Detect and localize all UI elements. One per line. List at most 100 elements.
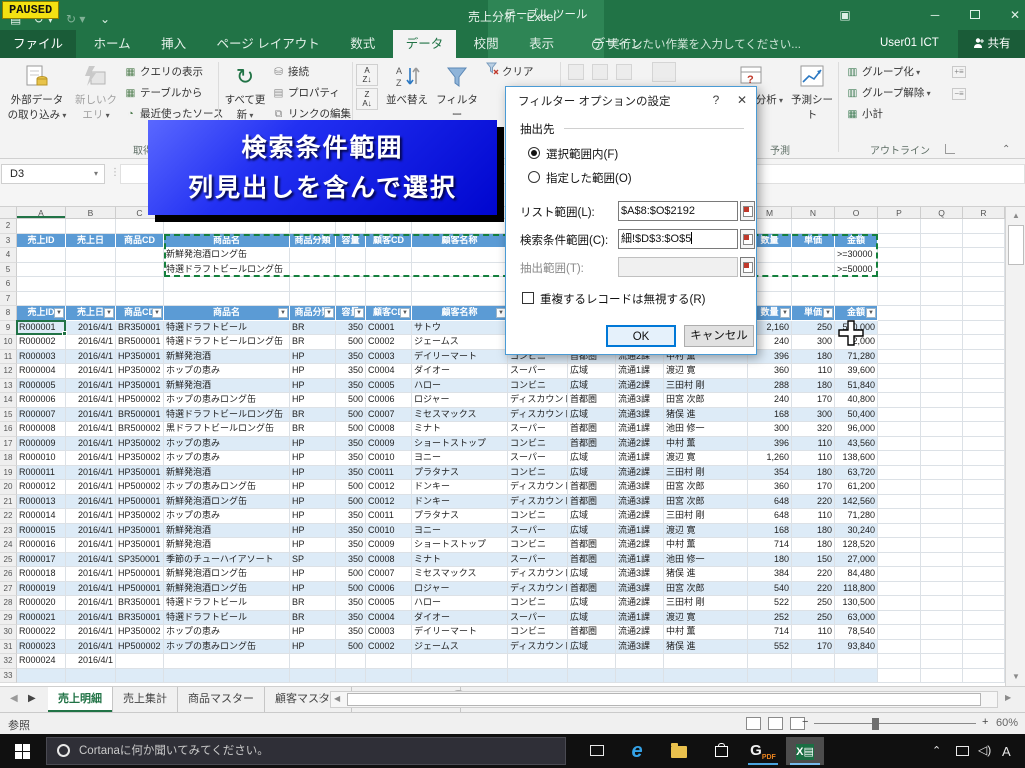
cell-K17[interactable]: 流通2課	[616, 437, 664, 452]
cell-F9[interactable]: 350	[336, 321, 366, 336]
cell-M22[interactable]: 648	[748, 509, 792, 524]
redo-icon[interactable]: ↻ ▾	[66, 12, 85, 26]
cell-I26[interactable]: ディスカウント	[508, 567, 568, 582]
cell-J23[interactable]: 広域	[568, 524, 616, 539]
sheet-tab-3[interactable]: 商品マスター	[178, 687, 265, 712]
row-header-23[interactable]: 23	[0, 524, 17, 539]
cell-C17[interactable]: HP350002	[116, 437, 164, 452]
row-header-6[interactable]: 6	[0, 277, 17, 292]
filter-dropdown-icon[interactable]: ▼	[324, 308, 334, 318]
cell-H12[interactable]: ダイオー	[412, 364, 508, 379]
cell-G27[interactable]: C0006	[366, 582, 412, 597]
clear-filter-button[interactable]: クリア	[486, 62, 534, 83]
cell-H15[interactable]: ミセスマックス	[412, 408, 508, 423]
cell-F17[interactable]: 350	[336, 437, 366, 452]
cell-C16[interactable]: BR500002	[116, 422, 164, 437]
cell-D19[interactable]: 新鮮発泡酒	[164, 466, 290, 481]
cell-Q4[interactable]	[921, 248, 963, 263]
data-validation-icon[interactable]	[652, 62, 676, 82]
filter-dropdown-icon[interactable]: ▼	[823, 308, 833, 318]
cell-C9[interactable]: BR350001	[116, 321, 164, 336]
cell-R6[interactable]	[963, 277, 1005, 292]
cell-D27[interactable]: 新鮮発泡酒ロング缶	[164, 582, 290, 597]
tab-data[interactable]: データ	[393, 30, 457, 58]
cell-R31[interactable]	[963, 640, 1005, 655]
cell-L15[interactable]: 猪俣 進	[664, 408, 748, 423]
cell-O21[interactable]: 142,560	[835, 495, 878, 510]
cell-C31[interactable]: HP500002	[116, 640, 164, 655]
cell-A12[interactable]: R000004	[17, 364, 66, 379]
cell-E18[interactable]: HP	[290, 451, 336, 466]
cell-N27[interactable]: 220	[792, 582, 835, 597]
cell-L26[interactable]: 猪俣 進	[664, 567, 748, 582]
row-header-11[interactable]: 11	[0, 350, 17, 365]
cell-D26[interactable]: 新鮮発泡酒ロング缶	[164, 567, 290, 582]
cell-L22[interactable]: 三田村 剛	[664, 509, 748, 524]
column-header-B[interactable]: B	[66, 207, 116, 219]
dialog-close-icon[interactable]: ✕	[732, 91, 752, 109]
cell-E29[interactable]: BR	[290, 611, 336, 626]
cell-K27[interactable]: 流通3課	[616, 582, 664, 597]
cell-P30[interactable]	[878, 625, 921, 640]
cell-B2[interactable]	[66, 219, 116, 234]
cell-O32[interactable]	[835, 654, 878, 669]
cell-O25[interactable]: 27,000	[835, 553, 878, 568]
zoom-slider-thumb[interactable]	[872, 718, 879, 730]
cell-N25[interactable]: 150	[792, 553, 835, 568]
cell-B11[interactable]: 2016/4/1	[66, 350, 116, 365]
cell-A20[interactable]: R000012	[17, 480, 66, 495]
cell-L30[interactable]: 中村 薫	[664, 625, 748, 640]
hscroll-right-icon[interactable]: ▶	[1005, 693, 1011, 702]
cell-E21[interactable]: HP	[290, 495, 336, 510]
cell-B15[interactable]: 2016/4/1	[66, 408, 116, 423]
cell-L23[interactable]: 渡辺 寛	[664, 524, 748, 539]
cell-C2[interactable]	[116, 219, 164, 234]
group-button[interactable]: ▥グループ化 ▾	[846, 62, 931, 83]
cell-K29[interactable]: 流通1課	[616, 611, 664, 626]
cell-F29[interactable]: 350	[336, 611, 366, 626]
new-query-button[interactable]: 新しいクエリ ▾	[72, 60, 120, 154]
outline-dialog-launcher-icon[interactable]	[945, 144, 955, 154]
cell-D24[interactable]: 新鮮発泡酒	[164, 538, 290, 553]
ribbon-display-options-icon[interactable]: ▣	[830, 6, 860, 24]
cell-N13[interactable]: 180	[792, 379, 835, 394]
cell-D16[interactable]: 黒ドラフトビールロング缶	[164, 422, 290, 437]
cell-I33[interactable]	[508, 669, 568, 684]
column-header-P[interactable]: P	[878, 207, 921, 219]
cell-G20[interactable]: C0012	[366, 480, 412, 495]
cell-C24[interactable]: HP350001	[116, 538, 164, 553]
cell-E9[interactable]: BR	[290, 321, 336, 336]
cell-R22[interactable]	[963, 509, 1005, 524]
cell-R14[interactable]	[963, 393, 1005, 408]
row-header-31[interactable]: 31	[0, 640, 17, 655]
cell-H16[interactable]: ミナト	[412, 422, 508, 437]
cell-I12[interactable]: スーパー	[508, 364, 568, 379]
cell-Q24[interactable]	[921, 538, 963, 553]
filter-dropdown-icon[interactable]: ▼	[354, 308, 364, 318]
cell-N32[interactable]	[792, 654, 835, 669]
cell-A23[interactable]: R000015	[17, 524, 66, 539]
tab-scroll-divider[interactable]: ⋮	[315, 693, 325, 704]
cell-I21[interactable]: ディスカウント	[508, 495, 568, 510]
cell-Q16[interactable]	[921, 422, 963, 437]
cell-R24[interactable]	[963, 538, 1005, 553]
cell-R30[interactable]	[963, 625, 1005, 640]
criteria-range-input[interactable]: 細!$D$3:$O$5	[618, 229, 738, 249]
cell-R4[interactable]	[963, 248, 1005, 263]
cell-H32[interactable]	[412, 654, 508, 669]
cell-I18[interactable]: スーパー	[508, 451, 568, 466]
cell-I27[interactable]: ディスカウント	[508, 582, 568, 597]
cell-F28[interactable]: 350	[336, 596, 366, 611]
filter-dropdown-icon[interactable]: ▼	[104, 308, 114, 318]
cell-D22[interactable]: ホップの恵み	[164, 509, 290, 524]
cell-G2[interactable]	[366, 219, 412, 234]
cell-G32[interactable]	[366, 654, 412, 669]
cell-K30[interactable]: 流通2課	[616, 625, 664, 640]
cell-E20[interactable]: HP	[290, 480, 336, 495]
cell-N8[interactable]: 単価▼	[792, 306, 835, 321]
cell-P25[interactable]	[878, 553, 921, 568]
cell-K33[interactable]	[616, 669, 664, 684]
cell-B14[interactable]: 2016/4/1	[66, 393, 116, 408]
cell-M15[interactable]: 168	[748, 408, 792, 423]
select-all-corner[interactable]	[0, 207, 17, 219]
